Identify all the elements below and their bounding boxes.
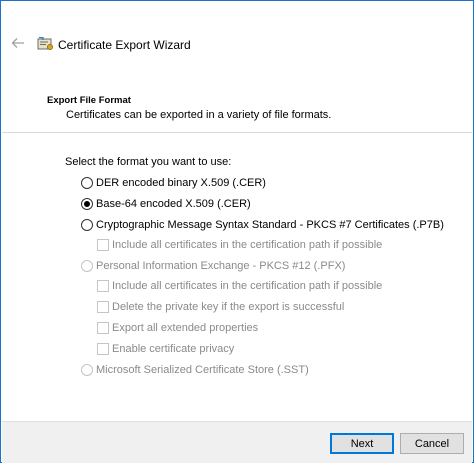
- option-certificate-privacy[interactable]: Enable certificate privacy: [97, 343, 234, 355]
- option-pfx-include-path-label: Include all certificates in the certific…: [112, 280, 383, 292]
- certificate-icon: [37, 37, 53, 50]
- option-der[interactable]: DER encoded binary X.509 (.CER): [81, 177, 266, 189]
- radio-pfx[interactable]: [81, 260, 93, 272]
- option-certificate-privacy-label: Enable certificate privacy: [112, 343, 235, 355]
- checkbox-pkcs7-include-path[interactable]: [97, 239, 109, 251]
- section-description: Certificates can be exported in a variet…: [66, 109, 332, 121]
- option-base64[interactable]: Base-64 encoded X.509 (.CER): [81, 198, 251, 210]
- title-bar: Certificate Export Wizard: [2, 2, 472, 62]
- option-sst-label: Microsoft Serialized Certificate Store (…: [96, 364, 309, 376]
- checkbox-export-extended[interactable]: [97, 322, 109, 334]
- wizard-window: Certificate Export Wizard Export File Fo…: [0, 0, 474, 463]
- option-der-label: DER encoded binary X.509 (.CER): [96, 177, 266, 189]
- section-title: Export File Format: [47, 95, 131, 106]
- arrow-left-icon: [11, 38, 24, 48]
- next-button[interactable]: Next: [330, 433, 394, 454]
- format-prompt: Select the format you want to use:: [65, 156, 232, 168]
- option-base64-label: Base-64 encoded X.509 (.CER): [96, 198, 251, 210]
- option-pkcs7-label: Cryptographic Message Syntax Standard - …: [96, 219, 444, 231]
- radio-sst[interactable]: [81, 364, 93, 376]
- checkbox-certificate-privacy[interactable]: [97, 343, 109, 355]
- option-sst[interactable]: Microsoft Serialized Certificate Store (…: [81, 364, 309, 376]
- option-delete-private-key[interactable]: Delete the private key if the export is …: [97, 301, 344, 313]
- option-pkcs7-include-path-label: Include all certificates in the certific…: [112, 239, 383, 251]
- option-pfx[interactable]: Personal Information Exchange - PKCS #12…: [81, 260, 345, 272]
- option-export-extended-label: Export all extended properties: [112, 322, 259, 334]
- option-pkcs7[interactable]: Cryptographic Message Syntax Standard - …: [81, 219, 444, 231]
- radio-der[interactable]: [81, 177, 93, 189]
- wizard-footer: Next Cancel: [2, 421, 472, 463]
- radio-pkcs7[interactable]: [81, 219, 93, 231]
- checkbox-pfx-include-path[interactable]: [97, 280, 109, 292]
- radio-base64[interactable]: [81, 198, 93, 210]
- option-pfx-include-path[interactable]: Include all certificates in the certific…: [97, 280, 382, 292]
- option-pkcs7-include-path[interactable]: Include all certificates in the certific…: [97, 239, 382, 251]
- page-header: Export File Format Certificates can be e…: [2, 63, 472, 133]
- checkbox-delete-private-key[interactable]: [97, 301, 109, 313]
- option-pfx-label: Personal Information Exchange - PKCS #12…: [96, 260, 346, 272]
- back-button[interactable]: [8, 32, 28, 54]
- option-delete-private-key-label: Delete the private key if the export is …: [112, 301, 345, 313]
- cancel-button[interactable]: Cancel: [400, 433, 464, 454]
- option-export-extended[interactable]: Export all extended properties: [97, 322, 258, 334]
- format-options-panel: Select the format you want to use: DER e…: [2, 133, 472, 421]
- window-title: Certificate Export Wizard: [58, 38, 191, 52]
